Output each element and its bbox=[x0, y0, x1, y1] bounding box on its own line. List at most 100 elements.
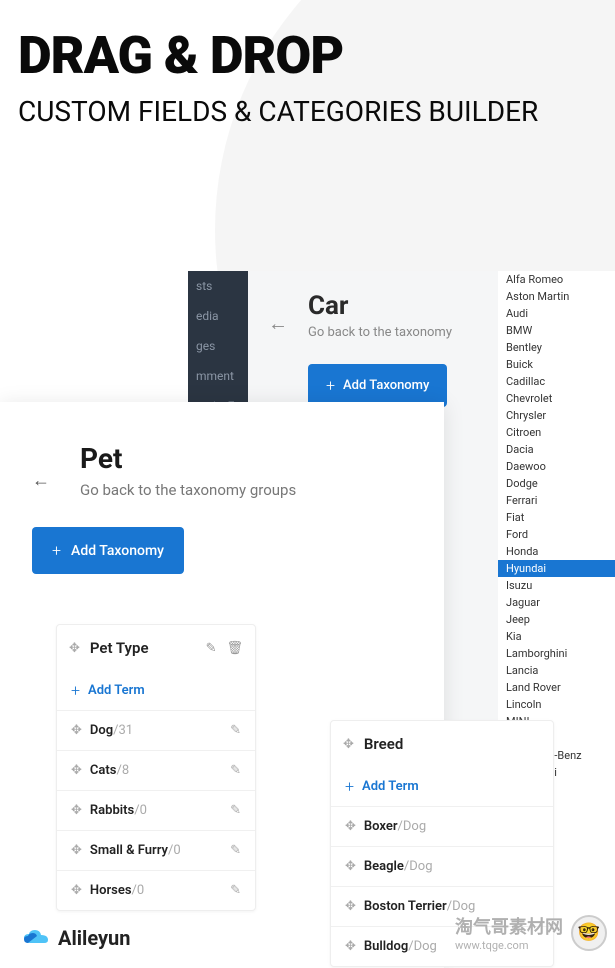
car-brand-option[interactable]: Honda bbox=[498, 543, 615, 560]
car-brand-option[interactable]: Lamborghini bbox=[498, 645, 615, 662]
watermark-text: 淘气哥素材网 bbox=[455, 913, 563, 939]
term-count: /31 bbox=[113, 723, 133, 738]
footer-logo: Alileyun bbox=[22, 926, 130, 950]
drag-icon[interactable]: ✥ bbox=[345, 859, 356, 874]
car-brand-option[interactable]: Buick bbox=[498, 356, 615, 373]
cloud-icon bbox=[22, 929, 50, 947]
car-brand-option[interactable]: Lancia bbox=[498, 662, 615, 679]
car-brand-option[interactable]: Bentley bbox=[498, 339, 615, 356]
car-brand-option[interactable]: Land Rover bbox=[498, 679, 615, 696]
car-brand-option[interactable]: Cadillac bbox=[498, 373, 615, 390]
term-name: Dog bbox=[90, 723, 113, 738]
hero: DRAG & DROP CUSTOM FIELDS & CATEGORIES B… bbox=[0, 0, 615, 160]
pet-type-card: ✥ Pet Type ✎ 🗑 + Add Term ✥ Dog/31 ✎ ✥ Cats /… bbox=[56, 624, 256, 911]
term-row[interactable]: ✥ Dog/31 ✎ bbox=[57, 710, 255, 750]
watermark-avatar: 🤓 bbox=[571, 915, 607, 951]
car-brand-option[interactable]: Jaguar bbox=[498, 594, 615, 611]
watermark-url: www.tqge.com bbox=[455, 939, 563, 952]
term-parent: /Dog bbox=[404, 859, 433, 874]
wp-sidebar: sts edia ges mments curity Tips bbox=[188, 271, 234, 421]
drag-icon[interactable]: ✥ bbox=[71, 883, 82, 898]
car-brand-option[interactable]: Alfa Romeo bbox=[498, 271, 615, 288]
add-taxonomy-button[interactable]: + Add Taxonomy bbox=[32, 527, 184, 574]
car-brand-option[interactable]: Daewoo bbox=[498, 458, 615, 475]
plus-icon: + bbox=[71, 681, 80, 700]
term-row[interactable]: ✥ Boxer/Dog bbox=[331, 806, 553, 846]
term-count: /0 bbox=[132, 883, 145, 898]
wp-nav-item[interactable]: mments bbox=[188, 361, 234, 391]
front-title: Pet bbox=[80, 442, 444, 475]
edit-icon[interactable]: ✎ bbox=[230, 883, 241, 898]
term-row[interactable]: ✥ Rabbits/0 ✎ bbox=[57, 790, 255, 830]
car-brand-option[interactable]: Ford bbox=[498, 526, 615, 543]
wp-nav-item[interactable]: edia bbox=[188, 301, 234, 331]
add-taxonomy-button[interactable]: + Add Taxonomy bbox=[308, 364, 447, 407]
add-term-button[interactable]: + Add Term bbox=[331, 767, 553, 806]
add-term-button[interactable]: + Add Term bbox=[57, 671, 255, 710]
drag-icon[interactable]: ✥ bbox=[343, 737, 354, 752]
term-parent: /Dog bbox=[398, 819, 427, 834]
term-count: /0 bbox=[134, 803, 147, 818]
delete-icon[interactable]: 🗑 bbox=[226, 641, 243, 656]
car-brand-option[interactable]: Dodge bbox=[498, 475, 615, 492]
add-taxonomy-label: Add Taxonomy bbox=[343, 378, 429, 393]
car-brand-option[interactable]: Ferrari bbox=[498, 492, 615, 509]
car-brand-option[interactable]: Lincoln bbox=[498, 696, 615, 713]
term-name: Small & Furry bbox=[90, 843, 168, 858]
card-header: ✥ Breed bbox=[331, 721, 553, 767]
add-term-label: Add Term bbox=[88, 683, 145, 698]
term-parent: /Dog bbox=[447, 899, 476, 914]
car-brand-option[interactable]: Kia bbox=[498, 628, 615, 645]
car-brand-option[interactable]: BMW bbox=[498, 322, 615, 339]
car-brand-option[interactable]: Aston Martin bbox=[498, 288, 615, 305]
front-subtitle: Go back to the taxonomy groups bbox=[80, 481, 444, 499]
term-parent: /Dog bbox=[408, 939, 437, 954]
car-brand-option[interactable]: Citroen bbox=[498, 424, 615, 441]
plus-icon: + bbox=[345, 777, 354, 796]
term-name: Boxer bbox=[364, 819, 398, 834]
drag-icon[interactable]: ✥ bbox=[69, 641, 80, 656]
back-arrow-icon[interactable]: ← bbox=[268, 311, 288, 336]
car-brand-option[interactable]: Hyundai bbox=[498, 560, 615, 577]
wp-nav-item[interactable]: sts bbox=[188, 271, 234, 301]
back-arrow-icon[interactable]: ← bbox=[32, 470, 50, 491]
term-name: Boston Terrier bbox=[364, 899, 447, 914]
hero-title: DRAG & DROP bbox=[18, 30, 597, 82]
term-row[interactable]: ✥Cats/8✎ bbox=[57, 750, 255, 790]
wp-nav-item[interactable]: ges bbox=[188, 331, 234, 361]
car-brand-option[interactable]: Audi bbox=[498, 305, 615, 322]
card-title: Pet Type bbox=[90, 639, 206, 657]
drag-icon[interactable]: ✥ bbox=[71, 723, 82, 738]
drag-icon[interactable]: ✥ bbox=[71, 803, 82, 818]
term-name: Rabbits bbox=[90, 803, 134, 818]
card-title: Breed bbox=[364, 735, 541, 753]
term-count: /0 bbox=[168, 843, 181, 858]
car-brand-option[interactable]: Jeep bbox=[498, 611, 615, 628]
term-row[interactable]: ✥ Small & Furry/0 ✎ bbox=[57, 830, 255, 870]
edit-icon[interactable]: ✎ bbox=[230, 723, 241, 738]
plus-icon: + bbox=[326, 376, 335, 395]
edit-icon[interactable]: ✎ bbox=[230, 763, 241, 778]
drag-icon[interactable]: ✥ bbox=[345, 899, 356, 914]
add-taxonomy-label: Add Taxonomy bbox=[71, 543, 164, 559]
edit-icon[interactable]: ✎ bbox=[230, 843, 241, 858]
plus-icon: + bbox=[52, 541, 61, 560]
footer-logo-text: Alileyun bbox=[58, 926, 130, 950]
drag-icon[interactable]: ✥ bbox=[71, 763, 82, 778]
car-brand-option[interactable]: Fiat bbox=[498, 509, 615, 526]
edit-icon[interactable]: ✎ bbox=[230, 803, 241, 818]
car-brand-option[interactable]: Chevrolet bbox=[498, 390, 615, 407]
car-brand-option[interactable]: Chrysler bbox=[498, 407, 615, 424]
drag-icon[interactable]: ✥ bbox=[71, 843, 82, 858]
term-name: Horses bbox=[90, 883, 132, 898]
car-brand-option[interactable]: Isuzu bbox=[498, 577, 615, 594]
term-row[interactable]: ✥ Beagle/Dog bbox=[331, 846, 553, 886]
drag-icon[interactable]: ✥ bbox=[345, 819, 356, 834]
term-row[interactable]: ✥ Horses/0 ✎ bbox=[57, 870, 255, 910]
card-header: ✥ Pet Type ✎ 🗑 bbox=[57, 625, 255, 671]
edit-icon[interactable]: ✎ bbox=[206, 641, 217, 656]
term-name: Cats bbox=[90, 763, 117, 778]
term-name: Beagle bbox=[364, 859, 404, 874]
car-brand-option[interactable]: Dacia bbox=[498, 441, 615, 458]
drag-icon[interactable]: ✥ bbox=[345, 939, 356, 954]
